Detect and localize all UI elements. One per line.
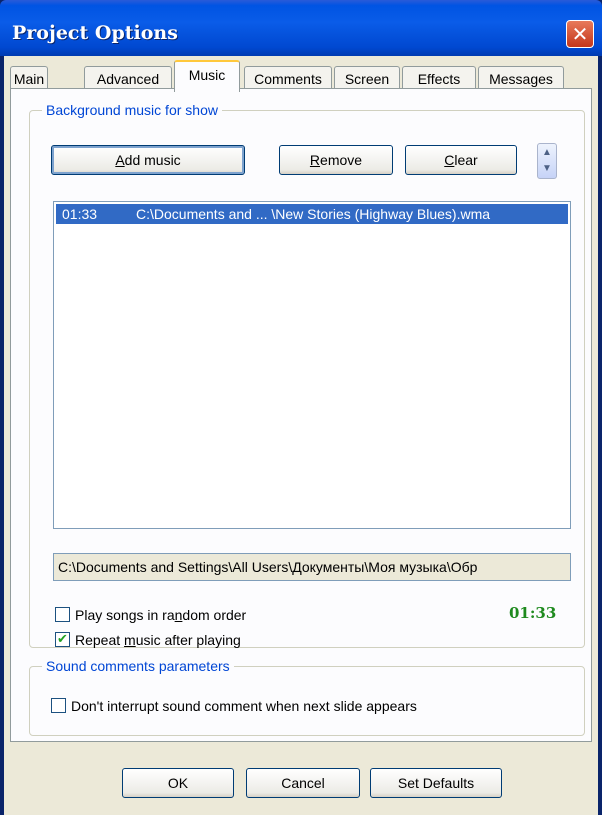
remove-accesskey: R [309,152,321,168]
remove-button[interactable]: Remove [279,145,393,175]
dialog-body: Main Advanced Music Comments Screen Effe… [4,56,598,815]
ok-button[interactable]: OK [122,768,234,798]
clear-button[interactable]: Clear [405,145,517,175]
project-options-window: Project Options ✕ Main Advanced Music Co… [0,0,602,815]
close-button[interactable]: ✕ [566,20,594,48]
repeat-music-checkbox[interactable]: ✔ [55,632,70,647]
repeat-label-post: usic after playing [135,632,241,648]
repeat-label-pre: Repeat [75,632,125,648]
repeat-accesskey: m [124,632,136,648]
checkmark-icon: ✔ [57,632,68,647]
clear-accesskey: C [444,152,455,168]
random-order-label-post: dom order [182,607,247,623]
tab-screen[interactable]: Screen [334,66,400,90]
sound-comments-group-label: Sound comments parameters [42,658,234,674]
tab-advanced[interactable]: Advanced [84,66,172,90]
background-music-group-label: Background music for show [42,102,222,118]
set-defaults-button[interactable]: Set Defaults [370,768,502,798]
list-item[interactable]: 01:33 C:\Documents and ... \New Stories … [56,204,568,224]
track-duration: 01:33 [62,206,98,222]
music-playlist[interactable]: 01:33 C:\Documents and ... \New Stories … [53,201,571,529]
dont-interrupt-checkbox[interactable] [51,698,66,713]
random-order-label: Play songs in random order [75,605,246,625]
arrow-down-icon[interactable]: ▼ [538,161,556,177]
tab-effects[interactable]: Effects [402,66,476,90]
title-bar[interactable]: Project Options ✕ [0,0,602,56]
music-tab-panel: Background music for show Add music Remo… [10,88,592,742]
clear-label-post: lear [454,152,478,168]
window-title: Project Options [12,22,178,44]
random-order-checkbox[interactable] [55,607,70,622]
repeat-music-label: Repeat music after playing [75,630,241,650]
tab-comments[interactable]: Comments [244,66,332,90]
dont-interrupt-label: Don't interrupt sound comment when next … [71,698,417,714]
add-music-button[interactable]: Add music [51,145,245,175]
arrow-up-icon[interactable]: ▲ [538,145,556,161]
cancel-button[interactable]: Cancel [246,768,360,798]
random-order-label-pre: Play songs in ra [75,607,175,623]
add-music-accesskey: A [115,152,125,168]
tab-music[interactable]: Music [174,60,240,92]
reorder-spin-control: ▲ ▼ [537,143,557,179]
selected-track-path: C:\Documents and Settings\All Users\Доку… [53,553,571,581]
track-path: C:\Documents and ... \New Stories (Highw… [136,206,491,222]
tab-main[interactable]: Main [10,66,48,90]
close-icon: ✕ [571,22,589,46]
remove-label-post: emove [320,152,363,168]
total-duration: 01:33 [509,604,557,622]
add-music-label-post: dd music [124,152,181,168]
tab-messages[interactable]: Messages [478,66,564,90]
